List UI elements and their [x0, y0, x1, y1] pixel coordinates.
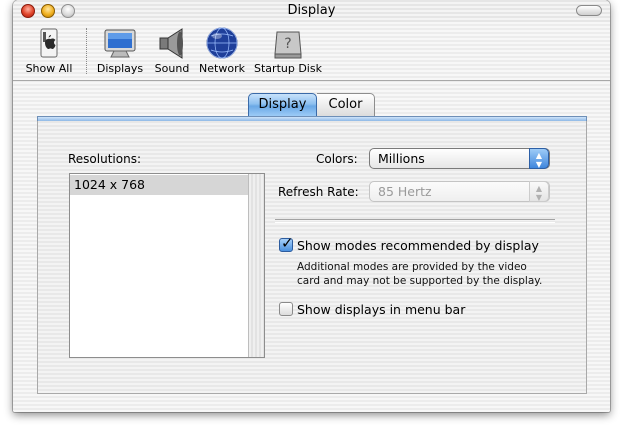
toolbar-label: Network — [199, 62, 245, 75]
apple-switch-icon — [40, 28, 58, 58]
separator — [275, 219, 555, 223]
refresh-rate-popup[interactable]: 85 Hertz ▲ ▼ — [369, 181, 550, 202]
title-bar[interactable]: Display — [13, 0, 610, 22]
menu-bar-label[interactable]: Show displays in menu bar — [297, 302, 465, 317]
list-item[interactable]: 1024 x 768 — [70, 175, 249, 195]
display-tab-panel: Resolutions: 1024 x 768 Colors: Millions… — [37, 121, 587, 394]
hint-line-1: Additional modes are provided by the vid… — [297, 261, 527, 273]
resolutions-scrollbar[interactable] — [248, 174, 264, 357]
colors-label: Colors: — [316, 152, 358, 166]
globe-icon — [206, 27, 238, 59]
toolbar-network[interactable]: Network — [198, 26, 246, 80]
toolbar: Show All Displays Sound Network ? Startu… — [13, 22, 610, 80]
toolbar-label: Sound — [154, 62, 190, 75]
speaker-icon — [159, 28, 183, 59]
toolbar-show-all[interactable]: Show All — [23, 26, 75, 80]
recommended-modes-checkbox[interactable]: ✓ — [279, 234, 294, 252]
toolbar-label: Displays — [96, 62, 144, 75]
toolbar-label: Startup Disk — [254, 62, 322, 75]
toolbar-divider — [13, 80, 610, 81]
toolbar-startup-disk[interactable]: ? Startup Disk — [253, 26, 323, 80]
disk-icon: ? — [274, 31, 302, 59]
toolbar-separator — [86, 28, 87, 74]
refresh-rate-label: Refresh Rate: — [278, 185, 359, 199]
tab-display[interactable]: Display — [248, 93, 317, 117]
svg-text:?: ? — [284, 36, 291, 52]
colors-value: Millions — [378, 151, 425, 166]
checkmark-icon: ✓ — [281, 234, 294, 252]
colors-popup[interactable]: Millions ▲ ▼ — [369, 148, 550, 169]
toolbar-label: Show All — [25, 62, 73, 75]
toolbar-sound[interactable]: Sound — [152, 26, 192, 80]
display-preferences-window: Display Show All Displays Sound Network … — [13, 0, 610, 412]
resolutions-list[interactable]: 1024 x 768 — [69, 173, 265, 358]
hint-line-2: card and may not be supported by the dis… — [297, 275, 543, 287]
recommended-modes-hint: Additional modes are provided by the vid… — [297, 260, 567, 288]
tab-color[interactable]: Color — [317, 93, 375, 117]
menu-bar-checkbox[interactable] — [279, 302, 293, 316]
popup-arrows-icon: ▲ ▼ — [529, 148, 549, 169]
monitor-icon — [104, 29, 136, 58]
popup-arrows-icon: ▲ ▼ — [529, 181, 549, 202]
toolbar-toggle-button[interactable] — [576, 5, 602, 16]
recommended-modes-label[interactable]: Show modes recommended by display — [297, 238, 539, 253]
resolutions-label: Resolutions: — [68, 152, 141, 166]
refresh-rate-value: 85 Hertz — [378, 184, 432, 199]
window-title: Display — [287, 3, 336, 18]
toolbar-displays[interactable]: Displays — [96, 26, 144, 80]
